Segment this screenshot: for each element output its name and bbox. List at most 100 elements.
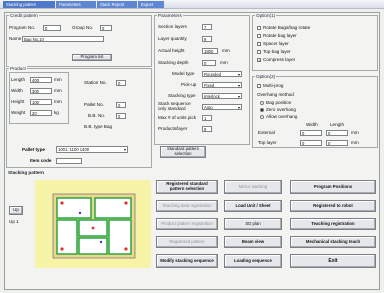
- length-input[interactable]: 400: [30, 77, 52, 83]
- height-input[interactable]: 100: [30, 99, 52, 105]
- height-unit: mm: [54, 99, 62, 104]
- box-5: [108, 219, 132, 255]
- program-no-input[interactable]: 0: [43, 25, 61, 31]
- actual-height-unit: mm: [222, 48, 230, 53]
- radio-allow-overhang[interactable]: Allow overhang: [260, 113, 297, 120]
- program-positions-button[interactable]: Program Positions: [290, 180, 376, 194]
- mirror-stacking-button[interactable]: Mirror stacking: [224, 180, 282, 194]
- checkbox[interactable]: [257, 49, 261, 54]
- multi-prog-label: Multi-prog: [263, 83, 284, 88]
- overhang-method-label: Overhang method: [257, 92, 294, 97]
- registered-pattern-button[interactable]: Registered pattern: [156, 236, 218, 248]
- actual-height-input[interactable]: 1800: [202, 48, 218, 54]
- option-spacer-layer[interactable]: Spacer layer: [257, 40, 310, 48]
- teaching-registration-button[interactable]: Teaching registration: [290, 218, 376, 230]
- tab-parameters[interactable]: Parameters: [56, 1, 96, 8]
- radio-selected[interactable]: [260, 107, 264, 112]
- top-layer-label: Top layer: [258, 140, 277, 145]
- standard-pattern-selection-button[interactable]: Standard pattern selection: [160, 146, 206, 158]
- radio-zero-overhang[interactable]: Zero overhang: [260, 106, 297, 113]
- mechanical-stacking-teach-button[interactable]: Mechanical stacking teach: [290, 236, 376, 248]
- layer-quantity-label: Layer quantity: [158, 36, 187, 41]
- external-label: External: [258, 130, 275, 135]
- name-label: Name: [9, 36, 22, 41]
- option-label: Rotate bag layer: [263, 33, 297, 38]
- title-bar: Stacking pattern Parameters Stack Report…: [0, 0, 384, 9]
- tab-export[interactable]: Export: [138, 1, 164, 8]
- top-layer-length-input[interactable]: 0: [326, 140, 348, 146]
- max-units-input[interactable]: 1: [202, 115, 212, 121]
- product-pattern-registration-button[interactable]: Product pattern registration: [156, 218, 218, 230]
- checkbox[interactable]: [257, 25, 261, 30]
- beam-view-button[interactable]: Beam view: [224, 236, 282, 248]
- external-width-input[interactable]: 0: [300, 130, 322, 136]
- group-no-label: Group No.: [72, 25, 94, 30]
- box-2: [94, 197, 132, 219]
- checkbox-checked[interactable]: [257, 57, 261, 62]
- option-rotate-bag-layer[interactable]: Rotate bag layer: [257, 32, 310, 40]
- section-layers-input[interactable]: 7: [202, 24, 212, 30]
- products-layer-input[interactable]: 9: [202, 126, 212, 132]
- option-rotate-bags[interactable]: Rotate Bags/bag rotate: [257, 24, 310, 32]
- width-input[interactable]: 300: [30, 88, 52, 94]
- product-title: Product: [9, 66, 27, 71]
- load-unit-sheet-button[interactable]: Load Unit / Sheet: [224, 200, 282, 212]
- model-type-select[interactable]: Rounded: [202, 71, 242, 77]
- checkbox[interactable]: [257, 41, 261, 46]
- registered-to-robot-button[interactable]: Registered to robot: [290, 200, 376, 212]
- tab-stacking-pattern[interactable]: Stacking pattern: [3, 1, 55, 8]
- program-list-button[interactable]: Program list: [72, 54, 112, 61]
- marker-1: [60, 201, 64, 205]
- option-label: Compress layer: [263, 57, 296, 62]
- option-label: Rotate Bags/bag rotate: [263, 25, 311, 30]
- top-layer-width-input[interactable]: 0: [300, 140, 322, 146]
- sd-plan-button[interactable]: SD plan: [224, 218, 282, 230]
- modify-stacking-sequence-button[interactable]: Modify stacking sequence: [156, 254, 218, 268]
- box-1: [56, 197, 92, 219]
- marker-4: [124, 247, 128, 251]
- pallet-no-input[interactable]: 0: [116, 102, 126, 108]
- length-unit: mm: [54, 77, 62, 82]
- pick-up-select[interactable]: Fixed: [202, 82, 242, 88]
- option-top-bag-layer[interactable]: Top bag layer: [257, 48, 310, 56]
- external-length-input[interactable]: 0: [326, 130, 348, 136]
- exit-button[interactable]: Exit: [290, 254, 376, 268]
- loading-sequence-button[interactable]: Loading sequence: [224, 254, 282, 268]
- stacking-depth-input[interactable]: 0: [202, 60, 216, 66]
- marker-3: [60, 247, 64, 251]
- tab-stack-report[interactable]: Stack Report: [97, 1, 137, 8]
- checkbox[interactable]: [257, 33, 261, 38]
- checkbox[interactable]: [257, 83, 261, 88]
- actual-height-label: Actual height: [158, 48, 185, 53]
- marker-2: [124, 201, 128, 205]
- max-units-label: Max # of units pick: [158, 115, 197, 120]
- radio-bag-position[interactable]: Bag position: [260, 99, 297, 106]
- up-button[interactable]: Up: [9, 206, 23, 215]
- stacking-pattern-diagram[interactable]: [35, 180, 151, 268]
- marker-5: [91, 226, 95, 230]
- multi-prog-option[interactable]: Multi-prog: [257, 83, 283, 89]
- item-code-input[interactable]: [56, 158, 82, 164]
- stack-sequence-label: Stack sequence only standard: [158, 101, 191, 111]
- station-no-input[interactable]: 0: [116, 80, 126, 86]
- radio[interactable]: [260, 100, 264, 105]
- up-indicator: Up 1: [9, 219, 19, 224]
- model-type-label: Model type: [172, 71, 195, 76]
- stack-sequence-select[interactable]: Auto: [202, 104, 242, 110]
- box-3: [56, 219, 78, 255]
- teaching-data-button[interactable]: Teaching data registration: [156, 200, 218, 212]
- group-no-input[interactable]: 0: [100, 25, 112, 31]
- registered-standard-button[interactable]: Registered standard pattern selection: [156, 180, 218, 194]
- pallet-type-select[interactable]: 1001: 1100 1400: [56, 146, 128, 153]
- pallet-no-label: Pallet No.: [84, 102, 104, 107]
- option-compress-layer[interactable]: Compress layer: [257, 56, 310, 64]
- stacking-type-select[interactable]: Interlock: [202, 93, 242, 99]
- weight-input[interactable]: 20: [30, 110, 52, 116]
- stacking-depth-unit: mm: [220, 60, 228, 65]
- layer-quantity-input[interactable]: 9: [202, 36, 212, 42]
- name-input[interactable]: Bag No.10: [22, 36, 104, 42]
- width-label: Width: [11, 88, 23, 93]
- radio[interactable]: [260, 114, 264, 119]
- option-label: Spacer layer: [263, 41, 289, 46]
- bb-no-input[interactable]: 0: [116, 113, 126, 119]
